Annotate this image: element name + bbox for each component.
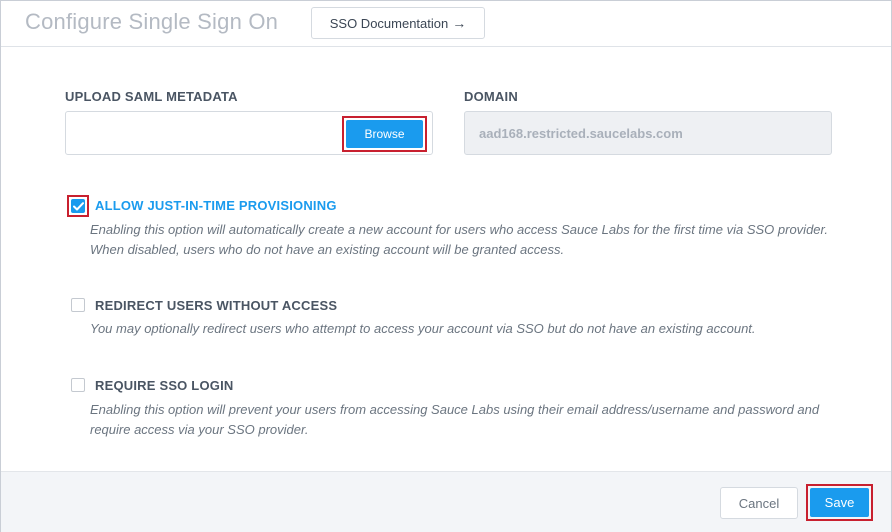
jit-provisioning-description: Enabling this option will automatically … [90,222,828,257]
domain-field: aad168.restricted.saucelabs.com [464,111,832,155]
sso-config-panel: Configure Single Sign On SSO Documentati… [0,0,892,532]
require-sso-description: Enabling this option will prevent your u… [90,402,820,437]
jit-provisioning-checkbox[interactable] [71,199,85,213]
panel-header: Configure Single Sign On SSO Documentati… [1,1,891,47]
redirect-users-title[interactable]: REDIRECT USERS WITHOUT ACCESS [95,298,337,313]
save-button[interactable]: Save [810,488,869,517]
cancel-button[interactable]: Cancel [720,487,798,519]
jit-checkbox-highlight [67,195,89,217]
redirect-users-checkbox[interactable] [71,298,85,312]
browse-button[interactable]: Browse [346,120,423,148]
require-sso-checkbox[interactable] [71,378,85,392]
redirect-users-row [71,298,85,312]
jit-provisioning-title[interactable]: ALLOW JUST-IN-TIME PROVISIONING [95,198,337,213]
domain-label: DOMAIN [464,89,518,104]
page-title: Configure Single Sign On [25,9,279,34]
sso-documentation-button[interactable]: SSO Documentation → [311,7,485,39]
upload-saml-label: UPLOAD SAML METADATA [65,89,238,104]
save-highlight: Save [806,484,873,521]
redirect-users-description: You may optionally redirect users who at… [90,321,756,336]
sso-documentation-label: SSO Documentation [329,15,449,31]
arrow-right-icon: → [452,15,467,31]
require-sso-title[interactable]: REQUIRE SSO LOGIN [95,378,233,393]
browse-highlight: Browse [342,116,427,152]
require-sso-row [71,378,85,392]
checkmark-icon [72,201,84,210]
